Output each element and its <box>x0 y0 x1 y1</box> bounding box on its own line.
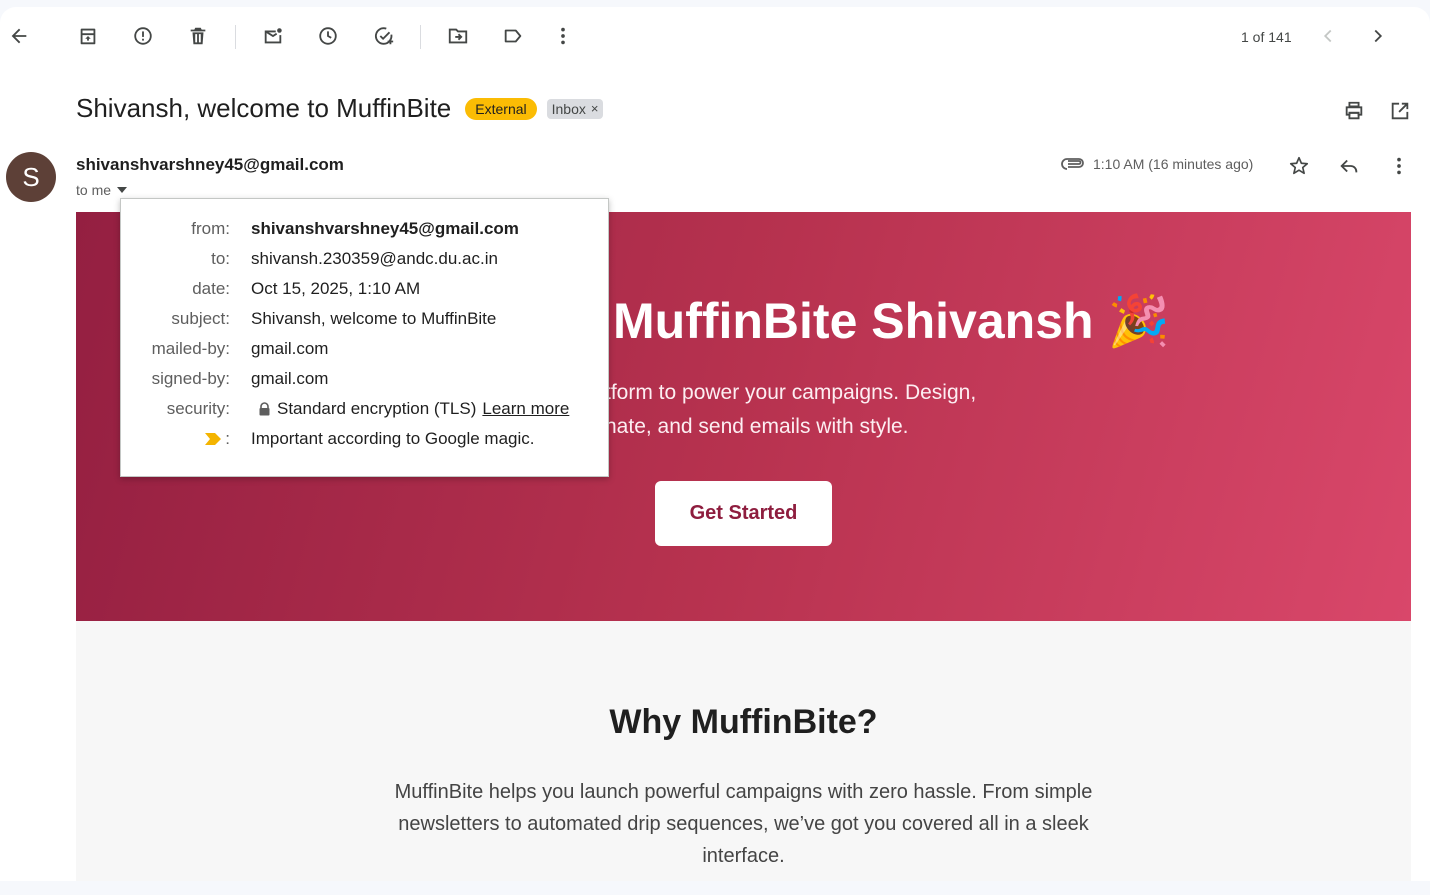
to-me-text: to me <box>76 182 112 198</box>
hero-text-line-1: tform to power your campaigns. Design, <box>605 381 977 404</box>
sender-email: shivanshvarshney45@gmail.com <box>76 155 344 174</box>
details-label: security: <box>166 399 230 418</box>
details-row-importance: : Important according to Google magic. <box>121 429 608 453</box>
details-label: subject: <box>171 309 230 328</box>
details-value: Standard encryption (TLS) Learn more <box>258 399 569 419</box>
importance-label: : <box>225 429 230 448</box>
details-label: mailed-by: <box>151 339 230 358</box>
details-label: from: <box>191 219 230 238</box>
security-text: Standard encryption (TLS) <box>277 399 477 418</box>
more-button[interactable] <box>545 18 581 54</box>
learn-more-link[interactable]: Learn more <box>482 399 569 419</box>
details-row-from: from: shivanshvarshney45@gmail.com <box>121 219 608 243</box>
hero-text-line-2: nate, and send emails with style. <box>605 415 909 438</box>
get-started-button[interactable]: Get Started <box>655 481 832 546</box>
importance-marker-icon <box>205 433 222 445</box>
back-button[interactable] <box>1 18 37 54</box>
add-task-icon <box>375 27 394 45</box>
report-spam-button[interactable] <box>125 18 161 54</box>
move-to-button[interactable] <box>440 18 476 54</box>
newer-button[interactable] <box>1310 18 1346 54</box>
details-label: date: <box>192 279 230 298</box>
details-value: Shivansh, welcome to MuffinBite <box>251 309 497 328</box>
why-section: Why MuffinBite? MuffinBite helps you lau… <box>76 621 1411 881</box>
toolbar-divider <box>235 25 236 49</box>
details-label: : <box>205 429 230 449</box>
details-row-subject: subject: Shivansh, welcome to MuffinBite <box>121 309 608 333</box>
move-to-icon <box>448 28 468 44</box>
why-text: MuffinBite helps you launch powerful cam… <box>394 781 1093 867</box>
attachment-icon <box>1060 153 1086 173</box>
why-title: Why MuffinBite? <box>609 703 878 741</box>
inbox-label-chip: Inbox × <box>546 98 604 119</box>
details-row-signed-by: signed-by: gmail.com <box>121 369 608 393</box>
lock-icon <box>259 402 270 416</box>
delete-button[interactable] <box>180 18 216 54</box>
label-button[interactable] <box>495 18 531 54</box>
details-value: shivansh.230359@andc.du.ac.in <box>251 249 498 268</box>
caret-down-icon <box>117 187 128 193</box>
toolbar-divider <box>420 25 421 49</box>
details-value: Important according to Google magic. <box>251 429 535 448</box>
print-button[interactable] <box>1340 97 1368 125</box>
details-label: signed-by: <box>151 369 230 388</box>
recipients-toggle[interactable]: to me <box>76 182 128 198</box>
reply-icon <box>1340 159 1358 173</box>
chevron-right-icon <box>1374 29 1383 43</box>
pager-text: 1 of 141 <box>1241 29 1292 45</box>
more-vert-icon <box>561 27 565 45</box>
archive-button[interactable] <box>70 18 106 54</box>
older-button[interactable] <box>1360 18 1396 54</box>
details-label: to: <box>211 249 230 268</box>
sender-avatar[interactable]: S <box>6 152 56 202</box>
details-value: gmail.com <box>251 339 329 358</box>
email-subject: Shivansh, welcome to MuffinBite <box>76 93 452 123</box>
message-more-button[interactable] <box>1386 153 1412 179</box>
arrow-back-icon <box>11 28 27 44</box>
details-value: gmail.com <box>251 369 329 388</box>
open-in-new-icon <box>1391 102 1409 120</box>
email-time: 1:10 AM (16 minutes ago) <box>1093 156 1254 172</box>
remove-label-button[interactable]: × <box>591 101 599 116</box>
inbox-label-text: Inbox <box>551 100 586 117</box>
chevron-left-icon <box>1323 29 1332 43</box>
more-vert-icon <box>1397 157 1401 175</box>
subject-row: Shivansh, welcome to MuffinBite External… <box>76 93 604 124</box>
reply-button[interactable] <box>1336 153 1362 179</box>
label-icon <box>504 29 522 43</box>
add-task-button[interactable] <box>366 18 402 54</box>
message-details-popup: from: shivanshvarshney45@gmail.com to: s… <box>120 198 609 477</box>
details-row-security: security: Standard encryption (TLS) Lear… <box>121 399 608 423</box>
print-icon <box>1345 101 1363 120</box>
star-icon <box>1289 156 1309 175</box>
star-button[interactable] <box>1286 153 1312 179</box>
report-spam-icon <box>134 27 152 45</box>
external-badge: External <box>465 97 537 120</box>
toolbar: 1 of 141 <box>0 7 1430 67</box>
delete-icon <box>190 27 206 45</box>
email-view: 1 of 141 Shivansh, welcome to MuffinBite… <box>0 7 1430 881</box>
hero-title: MuffinBite Shivansh 🎉 <box>613 293 1170 349</box>
open-new-window-button[interactable] <box>1386 97 1414 125</box>
mark-unread-button[interactable] <box>255 18 291 54</box>
details-value: shivanshvarshney45@gmail.com <box>251 219 519 238</box>
archive-icon <box>80 28 96 45</box>
snooze-icon <box>319 27 337 45</box>
details-value: Oct 15, 2025, 1:10 AM <box>251 279 421 298</box>
details-row-to: to: shivansh.230359@andc.du.ac.in <box>121 249 608 273</box>
mark-unread-icon <box>264 28 282 44</box>
details-row-date: date: Oct 15, 2025, 1:10 AM <box>121 279 608 303</box>
snooze-button[interactable] <box>310 18 346 54</box>
details-row-mailed-by: mailed-by: gmail.com <box>121 339 608 363</box>
